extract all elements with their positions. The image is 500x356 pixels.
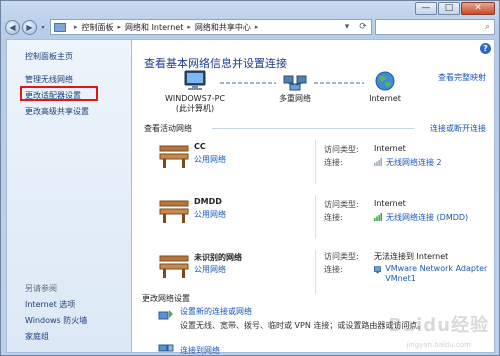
- back-button[interactable]: ◀: [5, 19, 20, 35]
- forward-button[interactable]: ▶: [22, 19, 37, 35]
- network-name: DMDD: [194, 197, 222, 206]
- breadcrumb-separator: ▸: [74, 23, 78, 31]
- network-type-link[interactable]: 公用网络: [194, 264, 226, 275]
- map-connector: [314, 82, 364, 84]
- multiple-networks-label: 多重网络: [279, 94, 311, 103]
- sidebar-item-manage-wireless[interactable]: 管理无线网络: [25, 74, 73, 85]
- connection-value: 无线网络连接 (DMDD): [374, 212, 468, 223]
- access-type-value: Internet: [374, 199, 406, 208]
- connection-link[interactable]: VMware Network Adapter VMnet1: [385, 264, 494, 284]
- sidebar-item-advanced-sharing[interactable]: 更改高级共享设置: [25, 106, 89, 117]
- computer-name-label: WINDOWS7-PC: [164, 94, 226, 103]
- breadcrumb-separator: ▸: [117, 23, 122, 31]
- section-divider: [212, 128, 414, 129]
- network-row-cc: CC 公用网络 访问类型: Internet 连接: 无线网络连接 2: [132, 138, 494, 194]
- network-name: CC: [194, 142, 206, 151]
- wireless-bars-icon: [374, 158, 382, 166]
- baidu-watermark: Baidu经验: [388, 315, 489, 336]
- sidebar-item-homegroup[interactable]: 家庭组: [25, 331, 49, 342]
- breadcrumb-network-internet[interactable]: 网络和 Internet: [125, 22, 183, 33]
- connection-label: 连接:: [324, 265, 343, 274]
- network-adapter-icon: [374, 266, 382, 274]
- sidebar: 控制面板主页 管理无线网络 更改适配器设置 更改高级共享设置 另请参阅 Inte…: [6, 39, 131, 353]
- navigation-toolbar: ◀ ▶ ▾ ▸ 控制面板 ▸ 网络和 Internet ▸ 网络和共享中心 ▸ …: [5, 18, 495, 36]
- network-name: 未识别的网络: [194, 253, 242, 262]
- main-content: ? 查看基本网络信息并设置连接 查看完整映射 WINDOWS7-PC (此计算机…: [131, 39, 495, 356]
- maximize-button[interactable]: □: [438, 2, 460, 15]
- breadcrumb-separator: ▸: [254, 23, 259, 31]
- see-full-map-link[interactable]: 查看完整映射: [438, 72, 486, 83]
- this-computer-label: (此计算机): [175, 104, 215, 113]
- row-divider: [315, 195, 316, 239]
- public-network-bench-icon: [159, 145, 189, 168]
- connect-network-icon: [158, 344, 174, 352]
- baidu-watermark-url: jingyan.baidu.com: [406, 341, 471, 349]
- access-type-label: 访问类型:: [324, 200, 359, 209]
- computer-icon: [184, 70, 206, 90]
- connection-link[interactable]: 无线网络连接 (DMDD): [386, 212, 468, 223]
- globe-icon: [375, 71, 395, 91]
- network-type-link[interactable]: 公用网络: [194, 209, 226, 220]
- address-dropdown-icon[interactable]: ▾: [339, 22, 355, 32]
- address-bar[interactable]: ▸ 控制面板 ▸ 网络和 Internet ▸ 网络和共享中心 ▸ ▾ ⟳: [50, 19, 372, 35]
- sidebar-item-windows-firewall[interactable]: Windows 防火墙: [25, 315, 87, 326]
- setup-new-connection-link[interactable]: 设置新的连接或网络: [180, 306, 252, 317]
- help-icon[interactable]: ?: [480, 43, 491, 54]
- row-divider: [315, 140, 316, 184]
- access-type-value: 无法连接到 Internet: [374, 252, 449, 261]
- connection-label: 连接:: [324, 158, 343, 167]
- search-input[interactable]: ⌕: [375, 19, 495, 35]
- sidebar-item-internet-options[interactable]: Internet 选项: [25, 299, 75, 310]
- see-also-header: 另请参阅: [25, 284, 57, 293]
- access-type-label: 访问类型:: [324, 252, 359, 261]
- map-node-multiple-networks: 多重网络: [267, 70, 323, 104]
- public-network-bench-icon: [159, 200, 189, 223]
- refresh-icon[interactable]: ⟳: [355, 22, 371, 32]
- connection-value: 无线网络连接 2: [374, 157, 442, 168]
- highlight-annotation-box: [20, 86, 98, 101]
- search-icon: ⌕: [484, 22, 490, 32]
- active-networks-header: 查看活动网络: [144, 124, 192, 133]
- change-settings-header: 更改网络设置: [142, 294, 190, 303]
- access-type-value: Internet: [374, 144, 406, 153]
- public-network-bench-icon: [159, 255, 189, 278]
- connect-disconnect-link[interactable]: 连接或断开连接: [430, 123, 486, 134]
- multiple-networks-icon: [283, 75, 307, 91]
- network-sharing-center-window: — □ ✕ ◀ ▶ ▾ ▸ 控制面板 ▸ 网络和 Internet ▸ 网络和共…: [0, 0, 500, 356]
- access-type-label: 访问类型:: [324, 145, 359, 154]
- map-node-internet: Internet: [360, 70, 410, 104]
- map-node-computer: WINDOWS7-PC (此计算机): [160, 70, 230, 114]
- close-button[interactable]: ✕: [461, 2, 495, 15]
- breadcrumb-separator: ▸: [187, 23, 191, 31]
- internet-label: Internet: [369, 94, 401, 103]
- wireless-signal-icon: [374, 213, 382, 221]
- row-divider: [315, 250, 316, 294]
- sidebar-item-control-panel-home[interactable]: 控制面板主页: [25, 51, 73, 62]
- breadcrumb-network-sharing-center[interactable]: 网络和共享中心: [195, 22, 251, 33]
- recent-pages-dropdown[interactable]: ▾: [39, 24, 47, 31]
- control-panel-folder-icon: [54, 22, 66, 32]
- connect-to-network-link[interactable]: 连接到网络: [180, 345, 220, 356]
- window-controls: — □ ✕: [415, 2, 495, 15]
- connection-link[interactable]: 无线网络连接 2: [386, 157, 442, 168]
- network-type-link[interactable]: 公用网络: [194, 154, 226, 165]
- connection-value: VMware Network Adapter VMnet1: [374, 264, 494, 284]
- minimize-button[interactable]: —: [415, 2, 437, 15]
- network-row-dmdd: DMDD 公用网络 访问类型: Internet 连接: 无线网络连接 (DMD…: [132, 193, 494, 249]
- setup-connection-icon: [158, 310, 173, 320]
- page-title: 查看基本网络信息并设置连接: [144, 57, 287, 70]
- breadcrumb-control-panel[interactable]: 控制面板: [82, 22, 114, 33]
- connection-label: 连接:: [324, 213, 343, 222]
